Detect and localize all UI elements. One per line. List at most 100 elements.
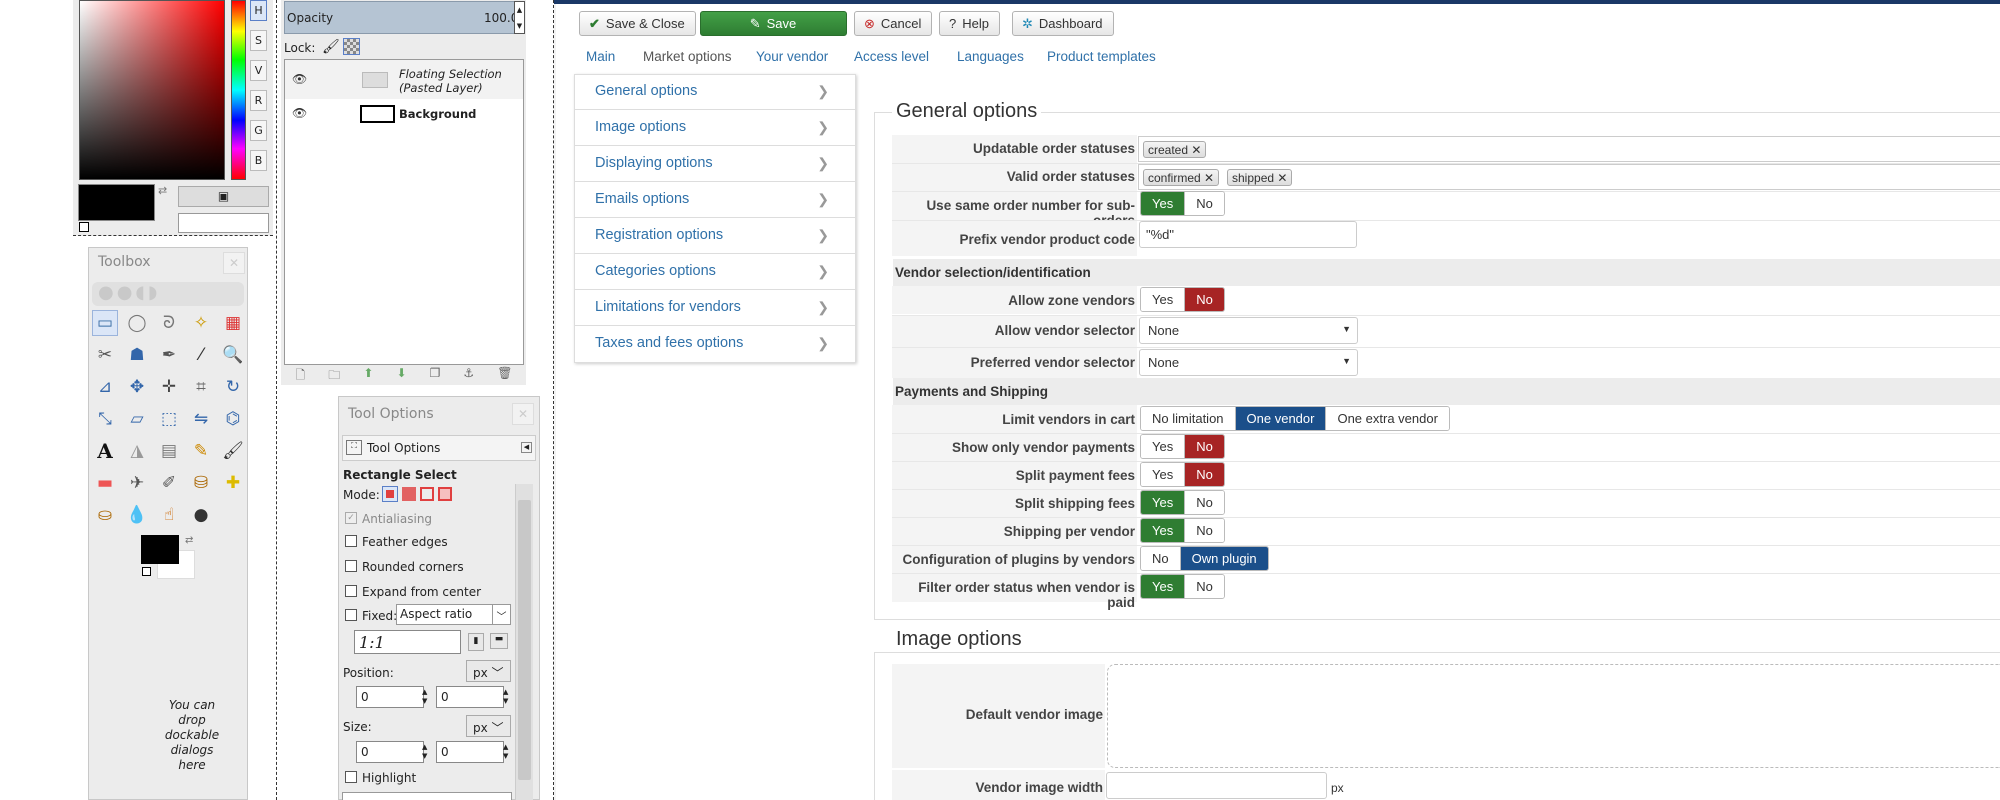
yes-option[interactable]: Yes xyxy=(1141,491,1185,514)
accordion-displaying-options[interactable]: Displaying options ❯ xyxy=(575,146,855,182)
rotate-icon[interactable]: ↻ xyxy=(220,374,246,400)
flip-icon[interactable]: ⇋ xyxy=(188,406,214,432)
save-button[interactable]: ✎ Save xyxy=(700,11,847,36)
antialiasing-checkbox[interactable]: ✓ xyxy=(345,512,357,524)
one-extra-vendor-option[interactable]: One extra vendor xyxy=(1325,407,1449,430)
yes-option[interactable]: Yes xyxy=(1141,463,1185,486)
scissors-icon[interactable]: ✂ xyxy=(92,342,118,368)
pencil-icon[interactable]: ✎ xyxy=(188,438,214,464)
fg-color-swatch[interactable] xyxy=(78,184,155,221)
limit-vendors-toggle[interactable]: No limitation One vendor One extra vendor xyxy=(1140,406,1450,431)
cancel-button[interactable]: ⊗ Cancel xyxy=(854,11,933,36)
channel-s[interactable]: S xyxy=(250,30,267,51)
tab-product-templates[interactable]: Product templates xyxy=(1047,49,1156,64)
valid-statuses-input[interactable]: confirmed ✕ shipped ✕ xyxy=(1138,164,2000,190)
remove-tag-icon[interactable]: ✕ xyxy=(1277,171,1287,185)
toolbox-swap-icon[interactable]: ⇄ xyxy=(185,535,193,546)
lock-pixels-icon[interactable]: 🖌 xyxy=(322,39,340,55)
tab-languages[interactable]: Languages xyxy=(957,49,1024,64)
no-option[interactable]: No xyxy=(1141,547,1180,570)
measure-icon[interactable]: ⊿ xyxy=(92,374,118,400)
position-y-input[interactable]: 0 xyxy=(436,686,504,708)
accordion-image-options[interactable]: Image options ❯ xyxy=(575,110,855,146)
swap-colors-icon[interactable]: ⇄ xyxy=(158,184,167,197)
lower-layer-icon[interactable]: ⬇ xyxy=(396,366,406,386)
color-picker-icon[interactable]: ⁄ xyxy=(188,342,214,368)
tab-your-vendor[interactable]: Your vendor xyxy=(756,49,828,64)
tab-main[interactable]: Main xyxy=(586,49,615,64)
blur-icon[interactable]: 💧 xyxy=(124,502,150,528)
updatable-statuses-input[interactable]: created ✕ xyxy=(1138,136,2000,162)
foreground-select-icon[interactable]: ☗ xyxy=(124,342,150,368)
landscape-icon[interactable]: ▬ xyxy=(490,633,508,649)
ratio-input[interactable]: 1:1 xyxy=(354,630,461,654)
yes-option[interactable]: Yes xyxy=(1141,519,1185,542)
perspective-clone-icon[interactable]: ⛀ xyxy=(92,502,118,528)
ink-icon[interactable]: ✐ xyxy=(156,470,182,496)
tab-menu-icon[interactable]: ◀ xyxy=(521,442,532,453)
only-payments-toggle[interactable]: Yes No xyxy=(1140,434,1225,459)
no-limitation-option[interactable]: No limitation xyxy=(1141,407,1235,430)
raise-layer-icon[interactable]: ⬆ xyxy=(363,366,373,386)
new-layer-icon[interactable]: 🗋 xyxy=(296,366,306,386)
hue-strip[interactable] xyxy=(231,0,246,180)
paintbrush-icon[interactable]: 🖌 xyxy=(220,438,246,464)
move-icon[interactable]: ✥ xyxy=(124,374,150,400)
accordion-taxes-and-fees-options[interactable]: Taxes and fees options ❯ xyxy=(575,326,855,362)
no-option[interactable]: No xyxy=(1184,463,1224,486)
own-plugin-option[interactable]: Own plugin xyxy=(1179,547,1268,570)
no-option[interactable]: No xyxy=(1184,575,1224,598)
size-w-input[interactable]: 0 xyxy=(356,741,424,763)
reset-colors-icon[interactable] xyxy=(79,222,89,232)
layer-name-background[interactable]: Background xyxy=(399,107,476,121)
no-option[interactable]: No xyxy=(1184,491,1224,514)
free-select-icon[interactable]: ᘐ xyxy=(156,310,182,336)
dashboard-button[interactable]: ✲ Dashboard xyxy=(1012,11,1114,36)
eraser-icon[interactable]: ▬ xyxy=(92,470,118,496)
toolbox-close-icon[interactable]: ✕ xyxy=(223,252,245,274)
layer-visibility-icon[interactable]: 👁 xyxy=(292,106,307,120)
help-button[interactable]: ? Help xyxy=(939,11,1000,36)
position-unit-select[interactable]: px ﹀ xyxy=(466,660,511,682)
size-h-input[interactable]: 0 xyxy=(436,741,504,763)
toolbox-fg-swatch-top[interactable] xyxy=(141,535,179,564)
no-option[interactable]: No xyxy=(1184,435,1224,458)
channel-g[interactable]: G xyxy=(250,120,267,141)
spinner-icon[interactable]: ▲ ▼ xyxy=(503,743,508,761)
expand-checkbox[interactable] xyxy=(345,585,357,597)
yes-option[interactable]: Yes xyxy=(1141,435,1185,458)
accordion-emails-options[interactable]: Emails options ❯ xyxy=(575,182,855,218)
guides-select[interactable] xyxy=(342,792,512,800)
yes-option[interactable]: Yes xyxy=(1141,192,1185,215)
remove-tag-icon[interactable]: ✕ xyxy=(1191,143,1201,157)
layer-visibility-icon[interactable]: 👁 xyxy=(292,72,307,86)
split-shipping-toggle[interactable]: Yes No xyxy=(1140,490,1225,515)
channel-v[interactable]: V xyxy=(250,60,267,81)
mode-replace-icon[interactable] xyxy=(382,486,398,502)
ellipse-select-icon[interactable]: ◯ xyxy=(124,310,150,336)
mode-subtract-icon[interactable] xyxy=(420,487,434,501)
accordion-limitations-for-vendors[interactable]: Limitations for vendors ❯ xyxy=(575,290,855,326)
mode-intersect-icon[interactable] xyxy=(438,487,452,501)
opacity-spinner-icon[interactable]: ▲ ▼ xyxy=(514,1,525,34)
no-option[interactable]: No xyxy=(1184,192,1224,215)
allow-zone-toggle[interactable]: Yes No xyxy=(1140,287,1225,312)
new-group-icon[interactable]: 🗀 xyxy=(328,366,340,386)
fuzzy-select-icon[interactable]: ✧ xyxy=(188,310,214,336)
dodge-burn-icon[interactable]: ● xyxy=(188,502,214,528)
smudge-icon[interactable]: ☝ xyxy=(156,502,182,528)
anchor-layer-icon[interactable]: ⚓ xyxy=(463,366,474,386)
spinner-icon[interactable]: ▲ ▼ xyxy=(422,743,427,761)
remove-tag-icon[interactable]: ✕ xyxy=(1204,171,1214,185)
config-plugins-toggle[interactable]: No Own plugin xyxy=(1140,546,1269,571)
delete-layer-icon[interactable]: 🗑 xyxy=(497,366,512,386)
paths-icon[interactable]: ✒ xyxy=(156,342,182,368)
hex-entry[interactable] xyxy=(178,213,269,233)
accordion-categories-options[interactable]: Categories options ❯ xyxy=(575,254,855,290)
fixed-select[interactable]: Aspect ratio ﹀ xyxy=(396,604,511,625)
mode-add-icon[interactable] xyxy=(402,487,416,501)
channel-b[interactable]: B xyxy=(250,150,267,171)
clone-icon[interactable]: ⛁ xyxy=(188,470,214,496)
scale-icon[interactable]: ⤡ xyxy=(92,406,118,432)
no-option[interactable]: No xyxy=(1184,519,1224,542)
